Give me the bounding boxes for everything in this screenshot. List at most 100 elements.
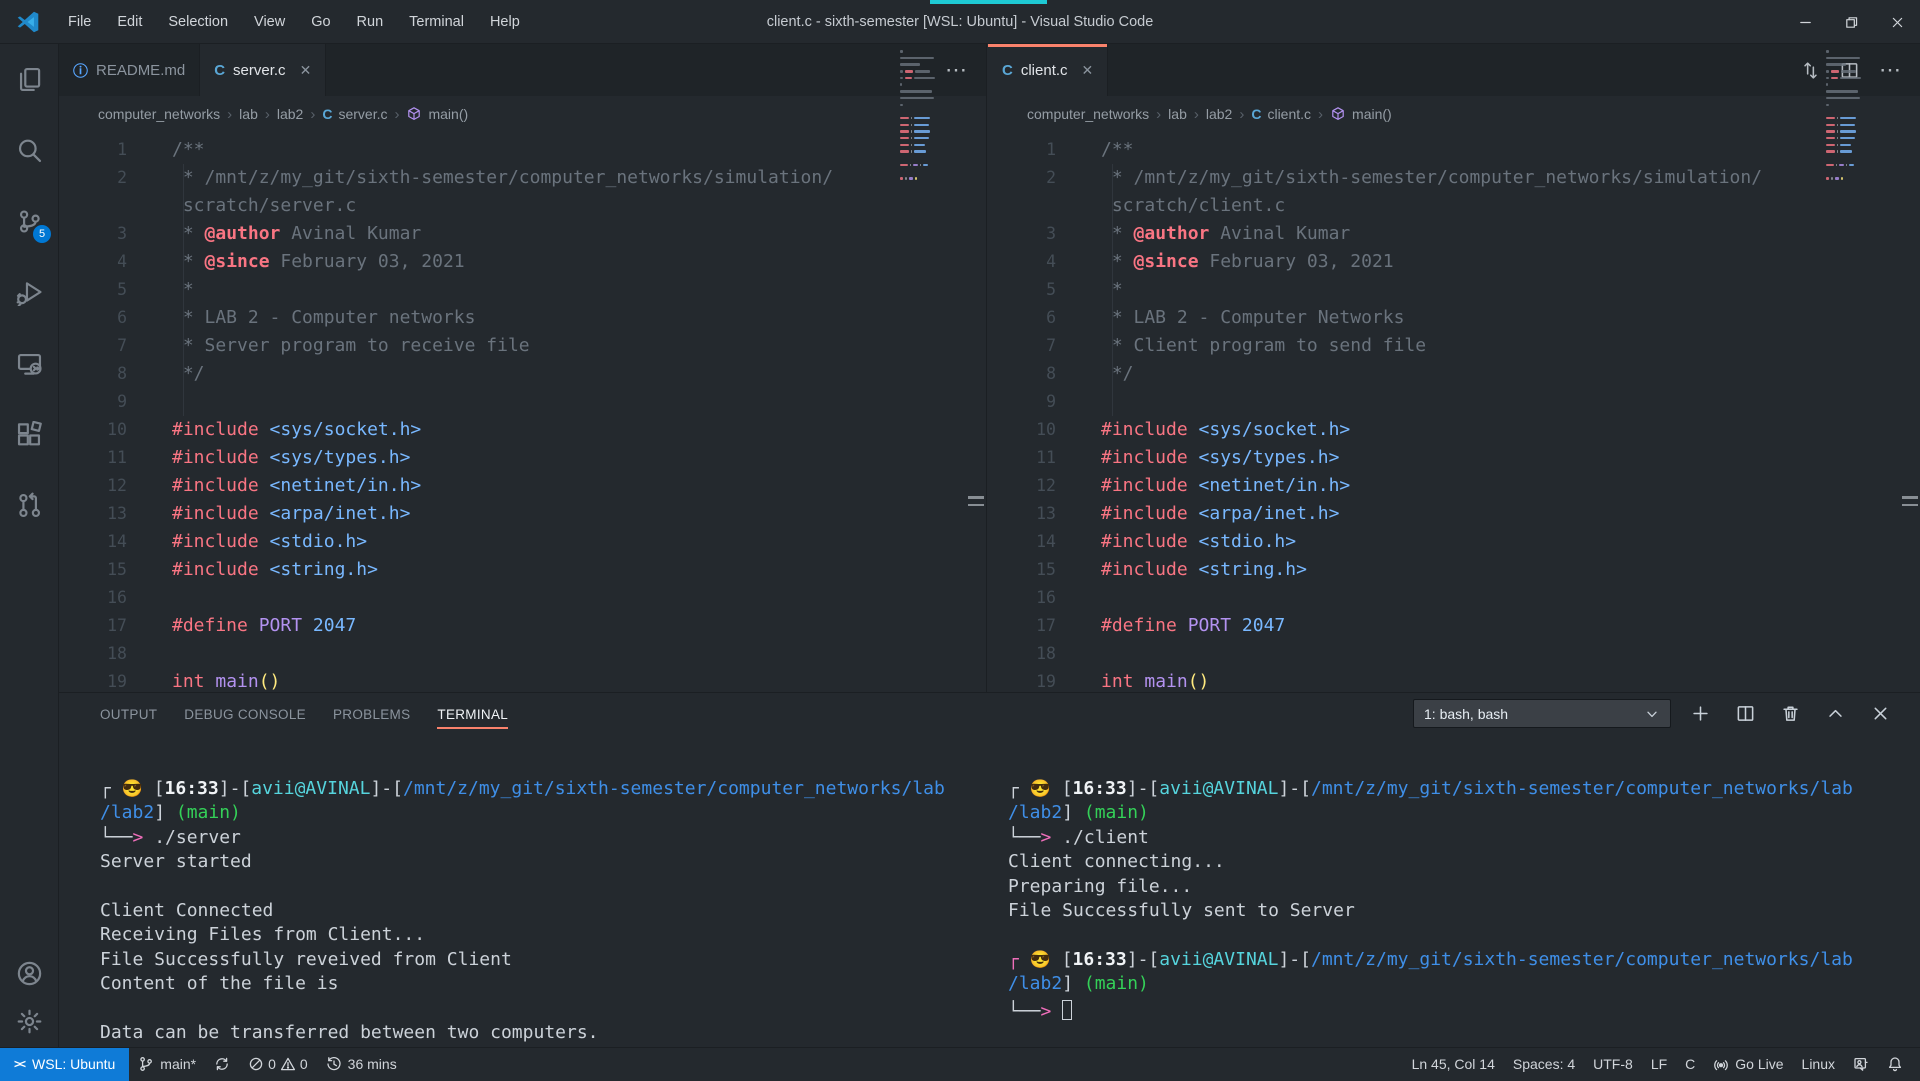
close-icon[interactable]: ✕ [300,62,312,79]
status-go-live[interactable]: Go Live [1704,1048,1792,1081]
code-line-text: scratch/client.c [1101,192,1285,220]
status-wsl-ubuntu[interactable]: ><WSL: Ubuntu [0,1048,129,1081]
status-ln-45-col-14[interactable]: Ln 45, Col 14 [1403,1048,1504,1081]
minimap[interactable] [900,50,940,184]
indent-guide [1112,164,1113,416]
breadcrumb-label: main() [1352,106,1392,122]
activity-run-debug[interactable] [0,257,59,328]
status-lf[interactable]: LF [1642,1048,1676,1081]
tab-server.c[interactable]: Cserver.c✕ [200,44,326,96]
tab-client.c[interactable]: Cclient.c✕ [988,44,1108,96]
panel-tab-problems[interactable]: PROBLEMS [333,705,410,722]
menu-item-go[interactable]: Go [298,0,343,44]
breadcrumb-item[interactable]: ›lab2 [258,106,303,123]
breadcrumb-item[interactable]: computer_networks [98,106,220,122]
breadcrumb-item[interactable]: ›main() [387,106,468,123]
compare-action[interactable] [1801,61,1820,80]
maximize-panel-icon[interactable] [1821,699,1849,727]
terminal-left[interactable]: ┌ 😎 [16:33]-[avii@AVINAL]-[/mnt/z/my_git… [100,777,995,1045]
code-line: 19int main() [59,668,986,692]
menu-item-view[interactable]: View [241,0,298,44]
menu-item-file[interactable]: File [55,0,104,44]
panel-tab-output[interactable]: OUTPUT [100,705,157,722]
panel-tab-terminal[interactable]: TERMINAL [437,705,508,729]
menu-item-run[interactable]: Run [344,0,397,44]
line-number: 14 [988,528,1056,556]
code-line-text: #include <sys/types.h> [1101,444,1339,472]
restore-button[interactable] [1828,0,1874,44]
kill-terminal-icon[interactable] [1776,699,1804,727]
indent-guide [183,164,184,416]
close-icon[interactable]: ✕ [1082,62,1094,79]
code-editor[interactable]: 1/**2 * /mnt/z/my_git/sixth-semester/com… [988,136,1920,692]
status-36-mins[interactable]: 36 mins [317,1048,406,1081]
panel-tab-debug-console[interactable]: DEBUG CONSOLE [184,705,306,722]
minimap-line [1826,177,1866,180]
menu-item-selection[interactable]: Selection [155,0,241,44]
terminal-picker-dropdown[interactable]: 1: bash, bash [1413,699,1671,728]
breadcrumb-item[interactable]: ›main() [1311,106,1392,123]
breadcrumb-label: lab2 [277,106,303,122]
close-panel-icon[interactable] [1866,699,1894,727]
status-spaces-4[interactable]: Spaces: 4 [1504,1048,1584,1081]
terminal-line: Server started [100,850,995,874]
warning-icon [280,1056,296,1072]
menu-item-edit[interactable]: Edit [104,0,155,44]
status-sync[interactable] [205,1048,239,1081]
breadcrumb-label: server.c [338,106,387,122]
activity-source-control[interactable]: 5 [0,186,59,257]
tab-bar: Cclient.c✕ ⋯ [988,44,1920,96]
code-line-text: * @since February 03, 2021 [1101,248,1394,276]
minimap[interactable] [1826,50,1866,184]
new-terminal-icon[interactable] [1686,699,1714,727]
menu-item-terminal[interactable]: Terminal [396,0,477,44]
code-line: 9 [988,388,1920,416]
minimize-button[interactable] [1782,0,1828,44]
breadcrumb-item[interactable]: ›lab [220,106,258,123]
terminal-right[interactable]: ┌ 😎 [16:33]-[avii@AVINAL]-[/mnt/z/my_git… [1008,777,1908,1024]
menu-item-help[interactable]: Help [477,0,533,44]
line-number: 7 [59,332,127,360]
line-number: 1 [988,136,1056,164]
close-button[interactable] [1874,0,1920,44]
remote-icon: >< [14,1057,24,1071]
minimap-line [900,144,940,147]
breadcrumb-item[interactable]: ›lab [1149,106,1187,123]
status-0[interactable]: 00 [239,1048,317,1081]
status-bar-right: Ln 45, Col 14Spaces: 4UTF-8LFCGo LiveLin… [1403,1048,1920,1081]
code-line-text: #include <netinet/in.h> [172,472,421,500]
activity-settings[interactable] [0,997,59,1045]
tab-bar: ⓘREADME.mdCserver.c✕ ⋯ [59,44,986,96]
activity-extensions[interactable] [0,399,59,470]
status-feedback[interactable] [1844,1048,1878,1081]
activity-github-pull-requests[interactable] [0,470,59,541]
code-line-text: #include <string.h> [172,556,378,584]
code-line: 11#include <sys/types.h> [59,444,986,472]
minimap-line [1826,157,1866,160]
status-main-[interactable]: main* [129,1048,205,1081]
more-action[interactable]: ⋯ [1879,57,1902,83]
split-terminal-icon[interactable] [1731,699,1759,727]
code-editor[interactable]: 1/**2 * /mnt/z/my_git/sixth-semester/com… [59,136,986,692]
breadcrumb-item[interactable]: ›Cserver.c [303,106,387,123]
tab-README.md[interactable]: ⓘREADME.md [59,44,200,96]
activity-explorer[interactable] [0,44,59,115]
status-linux[interactable]: Linux [1793,1048,1844,1081]
activity-accounts[interactable] [0,949,59,997]
breadcrumb-item[interactable]: ›lab2 [1187,106,1232,123]
breadcrumb-item[interactable]: computer_networks [1027,106,1149,122]
activity-remote-explorer[interactable] [0,328,59,399]
minimap-line [900,50,940,53]
activity-search[interactable] [0,115,59,186]
status-utf-8[interactable]: UTF-8 [1584,1048,1642,1081]
minimap-line [1826,104,1866,107]
breadcrumb-item[interactable]: ›Cclient.c [1232,106,1311,123]
line-number: 3 [59,220,127,248]
errors-icon [248,1056,264,1072]
code-line: 7 * Server program to receive file [59,332,986,360]
minimap-line [900,157,940,160]
status-bell[interactable] [1878,1048,1912,1081]
code-line-text: */ [1101,360,1134,388]
more-action[interactable]: ⋯ [945,57,968,83]
status-c[interactable]: C [1676,1048,1704,1081]
